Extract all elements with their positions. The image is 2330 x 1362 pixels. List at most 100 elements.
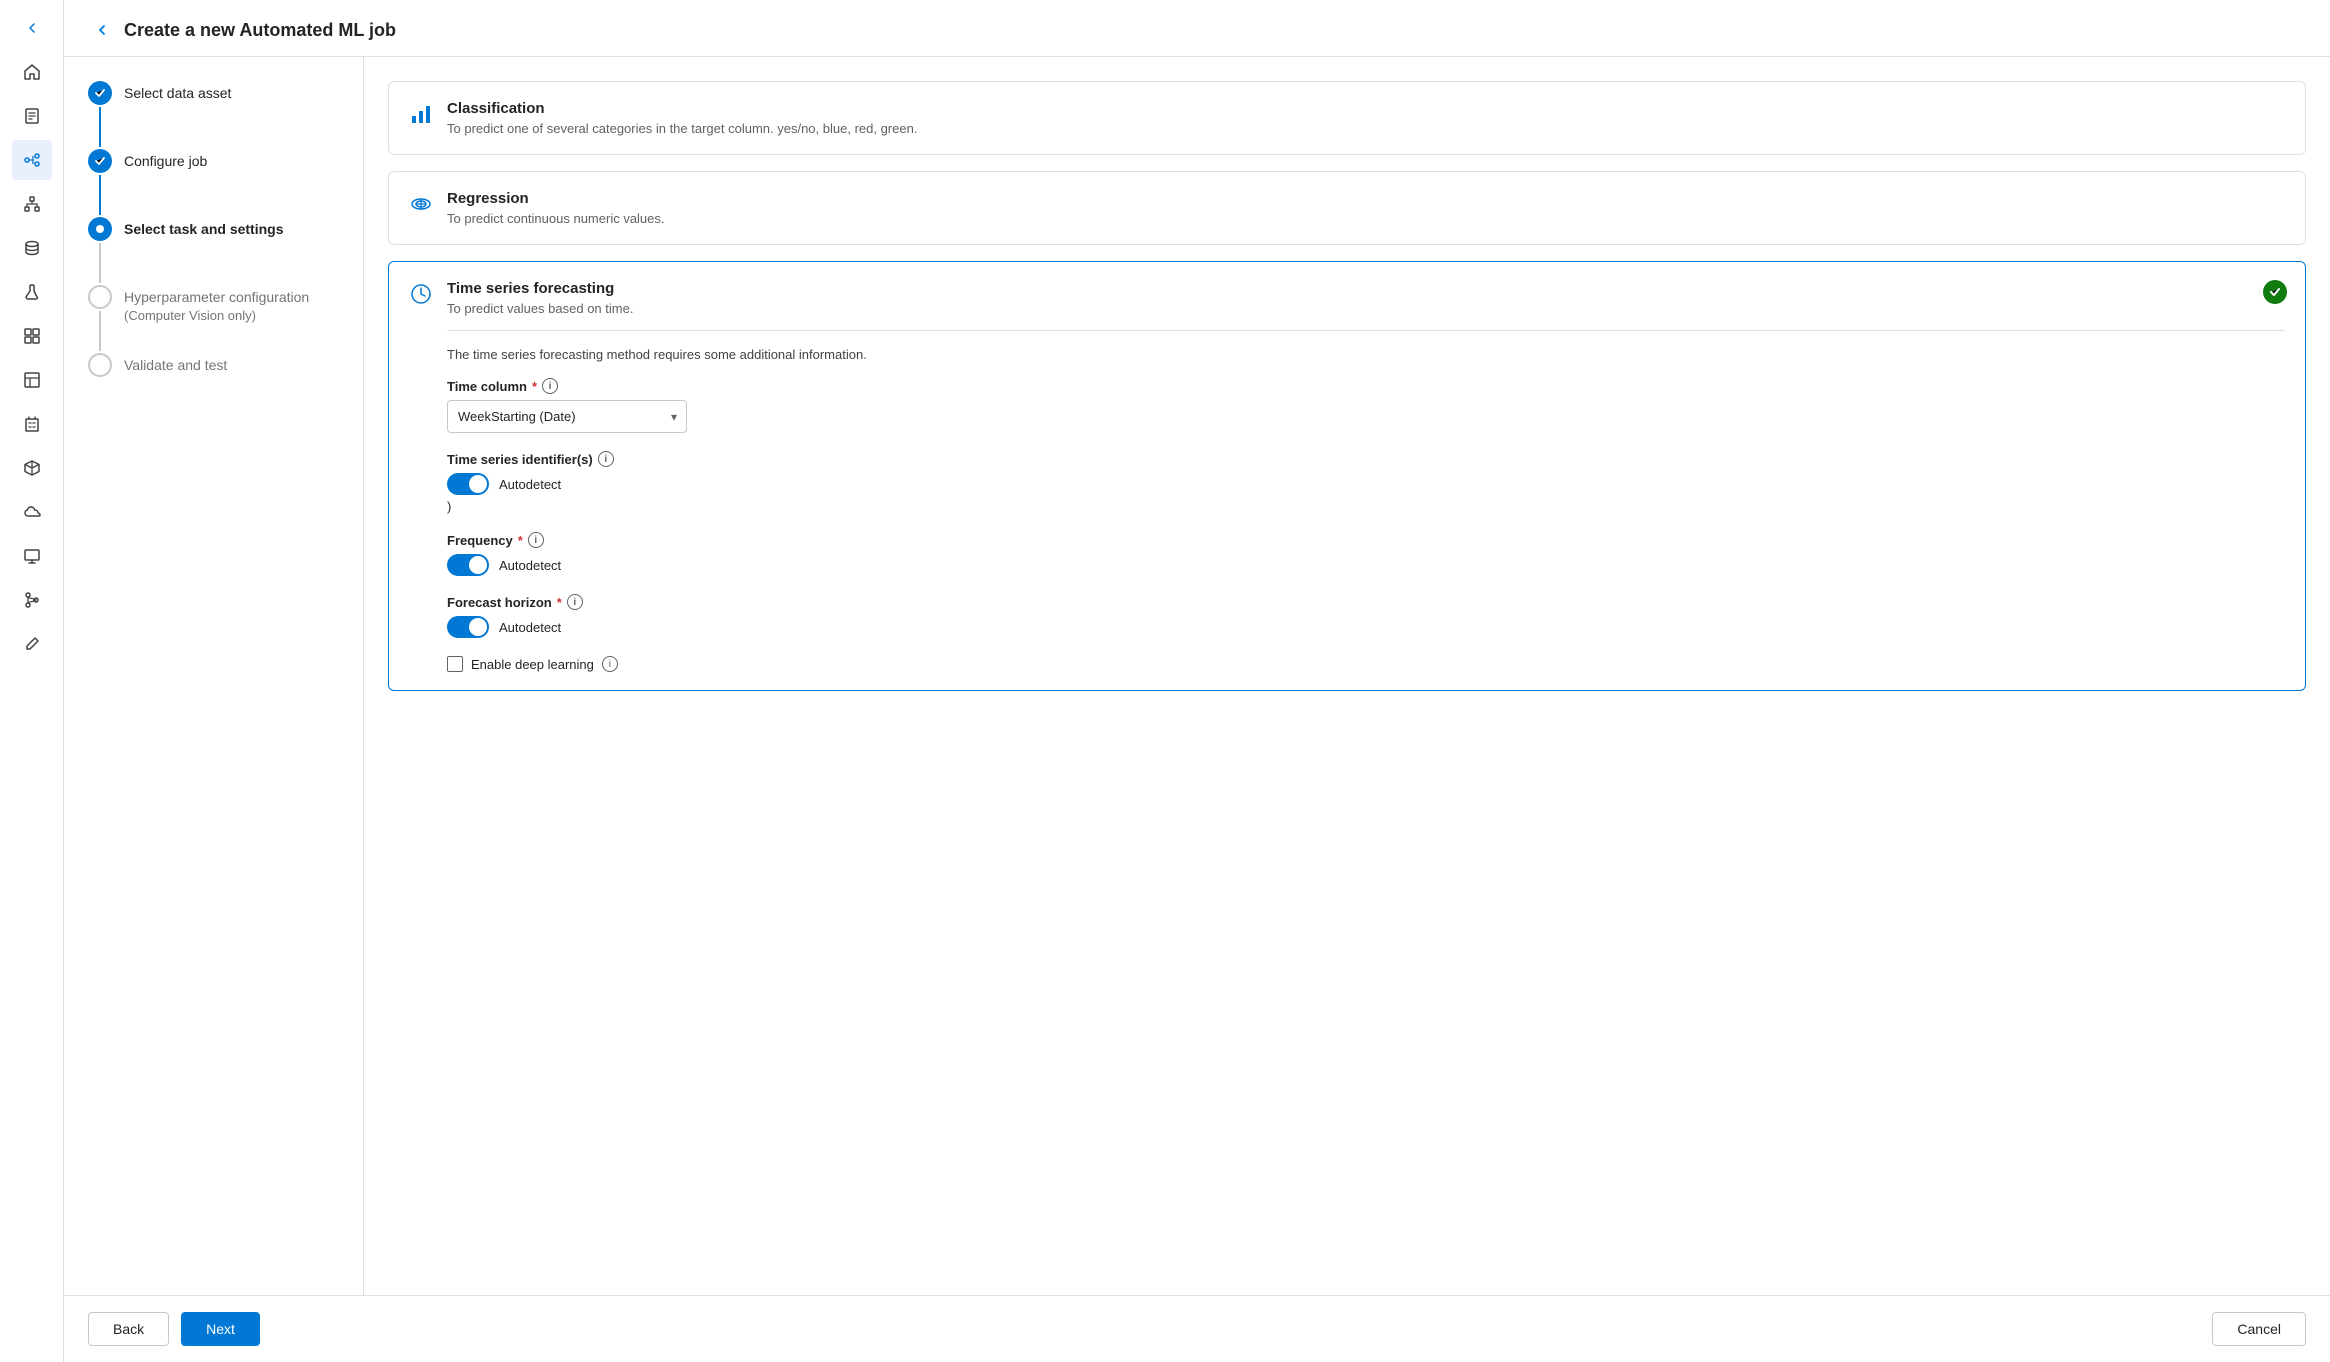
step-label-2: Configure job	[124, 151, 207, 169]
step-select-task: Select task and settings	[88, 217, 339, 285]
step-configure-job: Configure job	[88, 149, 339, 217]
page-header: Create a new Automated ML job	[64, 0, 2330, 57]
content-area: Select data asset Configure job	[64, 57, 2330, 1295]
forecast-horizon-autodetect-label: Autodetect	[499, 620, 561, 635]
building-icon[interactable]	[12, 404, 52, 444]
frequency-toggle[interactable]	[447, 554, 489, 576]
time-series-title: Time series forecasting	[447, 280, 2285, 297]
frequency-required: *	[518, 533, 523, 548]
regression-content: Regression To predict continuous numeric…	[447, 190, 665, 226]
time-series-selected-check	[2263, 280, 2287, 304]
time-series-extra-info: The time series forecasting method requi…	[447, 347, 2285, 362]
identifiers-info-icon[interactable]: i	[598, 451, 614, 467]
back-nav-icon[interactable]	[12, 8, 52, 48]
pipeline-icon[interactable]	[12, 140, 52, 180]
step-indicator-2	[88, 149, 112, 217]
identifiers-toggle-row: Autodetect	[447, 473, 2285, 495]
classification-desc: To predict one of several categories in …	[447, 121, 917, 136]
regression-card[interactable]: Regression To predict continuous numeric…	[388, 171, 2306, 245]
frequency-autodetect-label: Autodetect	[499, 558, 561, 573]
step-select-data-asset: Select data asset	[88, 81, 339, 149]
classification-icon	[409, 102, 433, 132]
step-indicator-4	[88, 285, 112, 353]
regression-icon	[409, 192, 433, 222]
header-back-button[interactable]	[88, 16, 116, 44]
identifiers-autodetect-label: Autodetect	[499, 477, 561, 492]
deep-learning-info-icon[interactable]: i	[602, 656, 618, 672]
regression-desc: To predict continuous numeric values.	[447, 211, 665, 226]
step-indicator-5	[88, 353, 112, 377]
time-series-card[interactable]: Time series forecasting To predict value…	[388, 261, 2306, 691]
frequency-label: Frequency * i	[447, 532, 2285, 548]
page-title: Create a new Automated ML job	[124, 20, 396, 41]
step-circle-4	[88, 285, 112, 309]
step-line-1	[99, 107, 101, 147]
edit-icon[interactable]	[12, 624, 52, 664]
step-circle-3	[88, 217, 112, 241]
step-label-1: Select data asset	[124, 83, 231, 101]
forecast-horizon-label: Forecast horizon * i	[447, 594, 2285, 610]
time-series-expanded: The time series forecasting method requi…	[447, 330, 2285, 672]
time-series-icon	[409, 282, 433, 312]
main-area: Create a new Automated ML job Select dat…	[64, 0, 2330, 1362]
regression-title: Regression	[447, 190, 665, 207]
hierarchy-icon[interactable]	[12, 184, 52, 224]
step-circle-2	[88, 149, 112, 173]
grid-icon[interactable]	[12, 316, 52, 356]
time-column-required: *	[532, 379, 537, 394]
time-column-select[interactable]: WeekStarting (Date) Date Time Timestamp	[447, 400, 687, 433]
forecast-horizon-info-icon[interactable]: i	[567, 594, 583, 610]
classification-content: Classification To predict one of several…	[447, 100, 917, 136]
time-column-info-icon[interactable]: i	[542, 378, 558, 394]
step-indicator-3	[88, 217, 112, 285]
time-column-group: Time column * i WeekStarting (Date) Date…	[447, 378, 2285, 433]
classification-title: Classification	[447, 100, 917, 117]
document-icon[interactable]	[12, 96, 52, 136]
deep-learning-checkbox[interactable]	[447, 656, 463, 672]
classification-card[interactable]: Classification To predict one of several…	[388, 81, 2306, 155]
frequency-toggle-row: Autodetect	[447, 554, 2285, 576]
time-series-content: Time series forecasting To predict value…	[447, 280, 2285, 672]
step-hyperparameter: Hyperparameter configuration (Computer V…	[88, 285, 339, 353]
identifiers-paren: )	[447, 499, 2285, 514]
step-label-4: Hyperparameter configuration	[124, 287, 309, 305]
cube-icon[interactable]	[12, 448, 52, 488]
step-label-5: Validate and test	[124, 355, 227, 373]
step-label-3: Select task and settings	[124, 219, 284, 237]
identifiers-toggle-knob	[469, 475, 487, 493]
step-circle-1	[88, 81, 112, 105]
branch-icon[interactable]	[12, 580, 52, 620]
frequency-info-icon[interactable]: i	[528, 532, 544, 548]
cloud-icon[interactable]	[12, 492, 52, 532]
step-indicator-1	[88, 81, 112, 149]
stepper: Select data asset Configure job	[64, 57, 364, 1295]
sidebar	[0, 0, 64, 1362]
table-icon[interactable]	[12, 360, 52, 400]
forecast-horizon-required: *	[557, 595, 562, 610]
next-button[interactable]: Next	[181, 1312, 260, 1346]
time-column-select-wrapper: WeekStarting (Date) Date Time Timestamp …	[447, 400, 687, 433]
deep-learning-label: Enable deep learning	[471, 657, 594, 672]
step-validate-test: Validate and test	[88, 353, 339, 377]
footer: Back Next Cancel	[64, 1295, 2330, 1362]
cancel-button[interactable]: Cancel	[2212, 1312, 2306, 1346]
step-line-3	[99, 243, 101, 283]
home-icon[interactable]	[12, 52, 52, 92]
time-series-identifiers-group: Time series identifier(s) i Autodetect )	[447, 451, 2285, 514]
flask-icon[interactable]	[12, 272, 52, 312]
data-store-icon[interactable]	[12, 228, 52, 268]
computer-icon[interactable]	[12, 536, 52, 576]
time-series-desc: To predict values based on time.	[447, 301, 2285, 316]
step-line-4	[99, 311, 101, 351]
step-sublabel-4: (Computer Vision only)	[124, 305, 309, 325]
frequency-group: Frequency * i Autodetect	[447, 532, 2285, 576]
forecast-horizon-group: Forecast horizon * i Autodetect	[447, 594, 2285, 638]
back-button[interactable]: Back	[88, 1312, 169, 1346]
time-series-identifiers-label: Time series identifier(s) i	[447, 451, 2285, 467]
forecast-horizon-toggle-row: Autodetect	[447, 616, 2285, 638]
identifiers-toggle[interactable]	[447, 473, 489, 495]
step-line-2	[99, 175, 101, 215]
main-panel: Classification To predict one of several…	[364, 57, 2330, 1295]
deep-learning-row: Enable deep learning i	[447, 656, 2285, 672]
forecast-horizon-toggle[interactable]	[447, 616, 489, 638]
